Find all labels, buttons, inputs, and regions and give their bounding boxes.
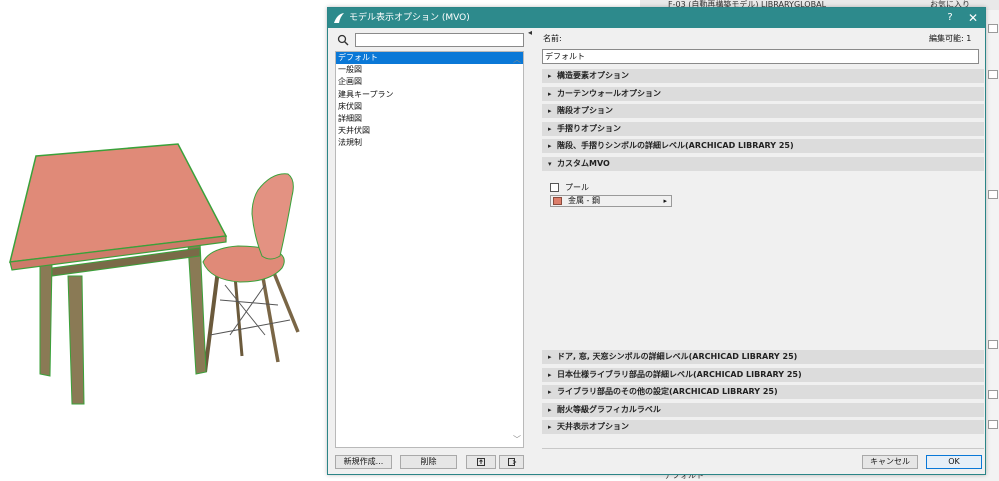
section-header[interactable]: ▸ 天井表示オプション xyxy=(542,420,984,435)
material-picker[interactable]: 金属 - 鋼 ▸ xyxy=(550,195,672,207)
section-header[interactable]: ▸ カーテンウォールオプション xyxy=(542,86,984,101)
section-label: 天井表示オプション xyxy=(557,422,629,432)
background-side-panel xyxy=(984,10,999,481)
section-label: 構造要素オプション xyxy=(557,71,629,80)
chevron-right-icon: ▸ xyxy=(548,89,552,98)
chair-leg xyxy=(203,269,220,373)
chevron-right-icon: ▸ xyxy=(548,124,552,133)
material-name: 金属 - 鋼 xyxy=(568,196,600,205)
background-checkbox[interactable] xyxy=(988,390,998,399)
delete-button[interactable]: 削除 xyxy=(400,455,457,469)
section-label: ライブラリ部品のその他の設定(ARCHICAD LIBRARY 25) xyxy=(557,387,778,397)
scroll-up-icon[interactable]: ︿ xyxy=(513,54,521,65)
export-icon xyxy=(507,458,516,466)
archicad-icon xyxy=(334,13,344,23)
list-item[interactable]: 天井伏図 xyxy=(336,125,523,137)
section-label: ドア, 窓, 天窓シンボルの詳細レベル(ARCHICAD LIBRARY 25) xyxy=(557,352,798,361)
search-input[interactable] xyxy=(355,33,524,47)
section-label: カスタムMVO xyxy=(557,159,610,168)
section-label: カーテンウォールオプション xyxy=(557,88,661,98)
cancel-button[interactable]: キャンセル xyxy=(862,455,918,469)
chevron-right-icon: ▸ xyxy=(548,370,552,379)
background-checkbox[interactable] xyxy=(988,420,998,429)
list-item[interactable]: 企画図 xyxy=(336,76,523,88)
table[interactable] xyxy=(9,143,228,405)
chair-wire xyxy=(219,299,279,306)
chevron-right-icon: ▸ xyxy=(548,405,552,414)
material-swatch xyxy=(553,197,562,205)
pool-checkbox-label: プール xyxy=(565,183,589,192)
divider xyxy=(542,448,984,449)
import-button[interactable] xyxy=(466,455,496,469)
section-header[interactable]: ▸ ドア, 窓, 天窓シンボルの詳細レベル(ARCHICAD LIBRARY 25… xyxy=(542,350,984,364)
chevron-right-icon: ▸ xyxy=(548,107,552,116)
section-header[interactable]: ▸ 日本仕様ライブラリ部品の詳細レベル(ARCHICAD LIBRARY 25) xyxy=(542,367,984,382)
section-header[interactable]: ▸ 耐火等級グラフィカルラベル xyxy=(542,402,984,417)
section-label: 耐火等級グラフィカルラベル xyxy=(557,404,661,414)
panel-collapse-icon[interactable]: ◂ xyxy=(528,28,532,37)
background-checkbox[interactable] xyxy=(988,340,998,349)
chair-wire xyxy=(224,284,266,336)
list-item[interactable]: デフォルト xyxy=(336,52,523,65)
export-button[interactable] xyxy=(499,455,524,469)
chevron-right-icon: ▸ xyxy=(548,353,552,361)
help-button[interactable]: ? xyxy=(943,8,957,28)
section-label: 手摺りオプション xyxy=(557,123,621,133)
chair-wire xyxy=(209,319,291,336)
section-header[interactable]: ▾ カスタムMVO xyxy=(542,157,984,171)
ok-button[interactable]: OK xyxy=(926,455,982,469)
dialog-title: モデル表示オプション (MVO) xyxy=(349,13,470,23)
list-item[interactable]: 床伏図 xyxy=(336,101,523,113)
table-leg xyxy=(67,275,85,405)
list-item[interactable]: 一般図 xyxy=(336,64,523,76)
list-item[interactable]: 建具キープラン xyxy=(336,89,523,101)
mvo-dialog: モデル表示オプション (MVO) ? ✕ ︿ ﹀ デフォルト 一般図 企画図 建具キー… xyxy=(327,7,986,475)
close-button[interactable]: ✕ xyxy=(966,8,980,28)
chevron-down-icon: ▾ xyxy=(548,160,552,168)
app-window: F-03 (自動再構築モデル) LIBRARYGLOBAL お気に入り デフォル… xyxy=(0,0,999,481)
chair-backrest xyxy=(251,173,294,260)
chevron-right-icon: ▸ xyxy=(548,72,552,80)
chair[interactable] xyxy=(202,173,300,373)
background-checkbox[interactable] xyxy=(988,70,998,79)
3d-view[interactable] xyxy=(0,0,330,481)
name-field[interactable]: デフォルト xyxy=(542,49,979,64)
pool-checkbox[interactable] xyxy=(550,183,559,192)
chevron-right-icon: ▸ xyxy=(663,197,667,205)
section-header[interactable]: ▸ 手摺りオプション xyxy=(542,121,984,136)
search-icon xyxy=(337,34,349,46)
chevron-right-icon: ▸ xyxy=(548,423,552,432)
section-label: 日本仕様ライブラリ部品の詳細レベル(ARCHICAD LIBRARY 25) xyxy=(557,369,802,379)
import-icon xyxy=(477,458,485,466)
section-label: 階段、手摺りシンボルの詳細レベル(ARCHICAD LIBRARY 25) xyxy=(557,141,794,151)
mvo-list[interactable]: ︿ ﹀ デフォルト 一般図 企画図 建具キープラン 床伏図 詳細図 天井伏図 法規制 xyxy=(335,51,524,448)
section-label: 階段オプション xyxy=(557,106,613,116)
section-header[interactable]: ▸ 階段オプション xyxy=(542,104,984,119)
list-item[interactable]: 法規制 xyxy=(336,137,523,149)
editable-count: 編集可能: 1 xyxy=(929,34,972,43)
section-header[interactable]: ▸ 構造要素オプション xyxy=(542,69,984,83)
table-leg xyxy=(39,259,53,377)
chevron-right-icon: ▸ xyxy=(548,388,552,397)
chair-leg xyxy=(233,275,244,357)
name-label: 名前: xyxy=(543,34,562,43)
list-item[interactable]: 詳細図 xyxy=(336,113,523,125)
chevron-right-icon: ▸ xyxy=(548,142,552,151)
background-checkbox[interactable] xyxy=(988,24,998,33)
background-checkbox[interactable] xyxy=(988,190,998,199)
section-header[interactable]: ▸ ライブラリ部品のその他の設定(ARCHICAD LIBRARY 25) xyxy=(542,385,984,400)
section-header[interactable]: ▸ 階段、手摺りシンボルの詳細レベル(ARCHICAD LIBRARY 25) xyxy=(542,139,984,154)
scroll-down-icon[interactable]: ﹀ xyxy=(513,434,521,445)
title-bar[interactable]: モデル表示オプション (MVO) ? ✕ xyxy=(328,8,985,28)
new-button[interactable]: 新規作成... xyxy=(335,455,392,469)
